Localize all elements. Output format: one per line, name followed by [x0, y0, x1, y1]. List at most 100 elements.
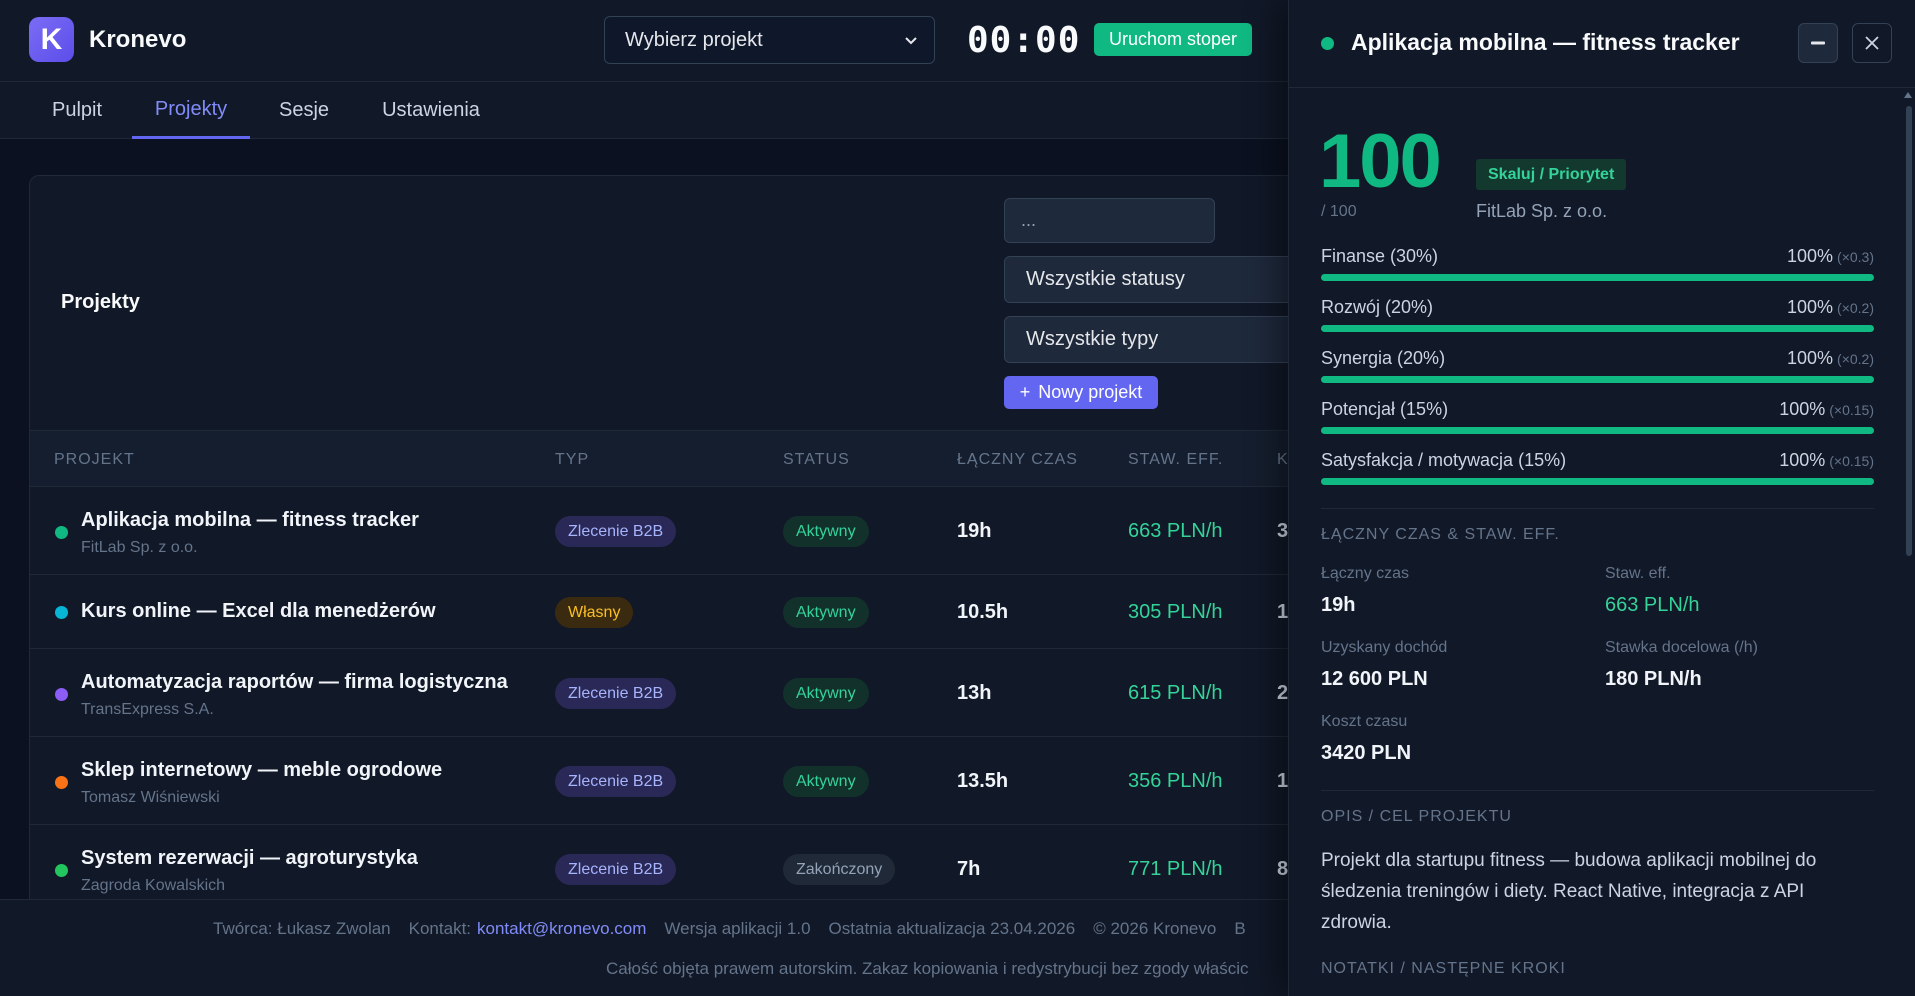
type-filter-select[interactable]: Wszystkie typy: [1004, 316, 1328, 363]
project-select[interactable]: Wybierz projekt: [604, 16, 935, 64]
project-client: FitLab Sp. z o.o.: [81, 539, 198, 556]
project-name: Automatyzacja raportów — firma logistycz…: [81, 671, 508, 693]
col-type[interactable]: TYP: [555, 451, 589, 469]
metric-label: Rozwój (20%): [1321, 297, 1434, 317]
table-row[interactable]: Automatyzacja raportów — firma logistycz…: [30, 649, 1328, 737]
status-filter-select[interactable]: Wszystkie statusy: [1004, 256, 1328, 303]
project-client: TransExpress S.A.: [81, 701, 214, 718]
col-more[interactable]: K: [1277, 451, 1289, 469]
type-badge: Zlecenie B2B: [555, 766, 677, 797]
footer-copyright: © 2026 Kronevo: [1093, 919, 1217, 938]
footer-author: Twórca: Łukasz Zwolan: [213, 919, 391, 938]
col-project[interactable]: PROJEKT: [54, 451, 135, 469]
type-badge: Zlecenie B2B: [555, 516, 677, 547]
recommendation-badge: Skaluj / Priorytet: [1476, 159, 1627, 190]
app-logo: K: [29, 17, 74, 62]
project-color-dot: [55, 864, 68, 877]
metric-value: 100% (×0.2): [1786, 297, 1874, 317]
table-header: PROJEKT TYP STATUS ŁĄCZNY CZAS STAW. EFF…: [30, 430, 1328, 487]
section-divider: [1321, 508, 1874, 509]
col-status[interactable]: STATUS: [783, 451, 850, 469]
project-detail-panel: Aplikacja mobilna — fitness tracker 100 …: [1288, 0, 1915, 996]
table-row[interactable]: Kurs online — Excel dla menedżerów Własn…: [30, 575, 1328, 649]
project-name: System rezerwacji — agroturystyka: [81, 847, 418, 869]
project-description: Projekt dla startupu fitness — budowa ap…: [1321, 850, 1817, 933]
metric-bar-fill: [1321, 427, 1874, 434]
contact-email-link[interactable]: kontakt@kronevo.com: [477, 919, 646, 938]
scroll-up-arrow-icon[interactable]: [1904, 92, 1912, 98]
metric-bar-fill: [1321, 274, 1874, 281]
eff-rate: 663 PLN/h: [1128, 520, 1223, 542]
metric-bar-fill: [1321, 325, 1874, 332]
project-color-dot: [1321, 37, 1334, 50]
close-button[interactable]: [1852, 23, 1892, 63]
total-time-label: Łączny czas: [1321, 565, 1410, 582]
chevron-down-icon: [905, 37, 917, 45]
col-eff-rate[interactable]: STAW. EFF.: [1128, 451, 1223, 469]
description-section-title: OPIS / CEL PROJEKTU: [1321, 808, 1512, 825]
tab-pulpit[interactable]: Pulpit: [29, 82, 125, 139]
minimize-button[interactable]: [1798, 23, 1838, 63]
tab-projekty[interactable]: Projekty: [132, 82, 250, 139]
footer-contact-label: Kontakt:: [408, 919, 472, 938]
eff-rate: 615 PLN/h: [1128, 682, 1223, 704]
metric-bar: [1321, 376, 1874, 383]
target-rate-label: Stawka docelowa (/h): [1605, 639, 1758, 656]
scroll-thumb[interactable]: [1906, 106, 1912, 556]
metric-value: 100% (×0.2): [1786, 348, 1874, 368]
metric-bar: [1321, 427, 1874, 434]
panel-header: Aplikacja mobilna — fitness tracker: [1289, 0, 1915, 88]
table-row[interactable]: Aplikacja mobilna — fitness tracker FitL…: [30, 487, 1328, 575]
project-client: Tomasz Wiśniewski: [81, 789, 220, 806]
footer-rights: Całość objęta prawem autorskim. Zakaz ko…: [606, 959, 1249, 978]
new-project-label: Nowy projekt: [1038, 382, 1143, 402]
total-time-value: 19h: [1321, 594, 1356, 616]
metric-bar-fill: [1321, 478, 1874, 485]
metric-label: Potencjał (15%): [1321, 399, 1449, 419]
income-value: 12 600 PLN: [1321, 668, 1428, 690]
total-time: 13.5h: [957, 770, 1009, 792]
score-value: 100: [1319, 119, 1442, 204]
notes-section-title: NOTATKI / NASTĘPNE KROKI: [1321, 960, 1566, 977]
project-color-dot: [55, 526, 68, 539]
start-timer-button[interactable]: Uruchom stoper: [1094, 23, 1252, 56]
type-badge: Zlecenie B2B: [555, 678, 677, 709]
metric-bar: [1321, 274, 1874, 281]
tab-ustawienia[interactable]: Ustawienia: [370, 82, 492, 139]
target-rate-value: 180 PLN/h: [1605, 668, 1702, 690]
new-project-button[interactable]: + Nowy projekt: [1004, 376, 1158, 409]
table-row[interactable]: Sklep internetowy — meble ogrodowe Tomas…: [30, 737, 1328, 825]
metric-bar: [1321, 325, 1874, 332]
metric-finanse: Finanse (30%) 100% (×0.3): [1321, 246, 1874, 286]
truncated-cell: 8: [1277, 858, 1289, 880]
eff-rate: 305 PLN/h: [1128, 601, 1223, 623]
total-time: 19h: [957, 520, 992, 542]
section-divider: [1321, 790, 1874, 791]
metric-satysfakcja: Satysfakcja / motywacja (15%) 100% (×0.15…: [1321, 450, 1874, 490]
footer-updated: Ostatnia aktualizacja 23.04.2026: [828, 919, 1076, 938]
type-badge: Zlecenie B2B: [555, 854, 677, 885]
eff-rate-label: Staw. eff.: [1605, 565, 1671, 582]
metric-value: 100% (×0.15): [1779, 450, 1874, 470]
timer-display: 00:00: [967, 20, 1081, 61]
truncated-cell: 3: [1277, 520, 1289, 542]
eff-rate: 771 PLN/h: [1128, 858, 1223, 880]
panel-client: FitLab Sp. z o.o.: [1476, 201, 1608, 221]
panel-scrollbar[interactable]: [1901, 88, 1915, 996]
project-name: Kurs online — Excel dla menedżerów: [81, 600, 436, 622]
metric-label: Synergia (20%): [1321, 348, 1446, 368]
tab-sesje[interactable]: Sesje: [263, 82, 345, 139]
project-name: Sklep internetowy — meble ogrodowe: [81, 759, 443, 781]
income-label: Uzyskany dochód: [1321, 639, 1448, 656]
footer-version: Wersja aplikacji 1.0: [664, 919, 811, 938]
projects-title: Projekty: [61, 291, 140, 313]
search-input[interactable]: ...: [1004, 198, 1215, 243]
eff-rate: 356 PLN/h: [1128, 770, 1223, 792]
brand-name: Kronevo: [89, 26, 187, 53]
close-icon: [1865, 36, 1879, 50]
total-time: 7h: [957, 858, 981, 880]
project-select-value: Wybierz projekt: [625, 28, 763, 51]
metric-rozwoj: Rozwój (20%) 100% (×0.2): [1321, 297, 1874, 337]
col-total-time[interactable]: ŁĄCZNY CZAS: [957, 451, 1078, 469]
stats-section-title: ŁĄCZNY CZAS & STAW. EFF.: [1321, 526, 1560, 543]
